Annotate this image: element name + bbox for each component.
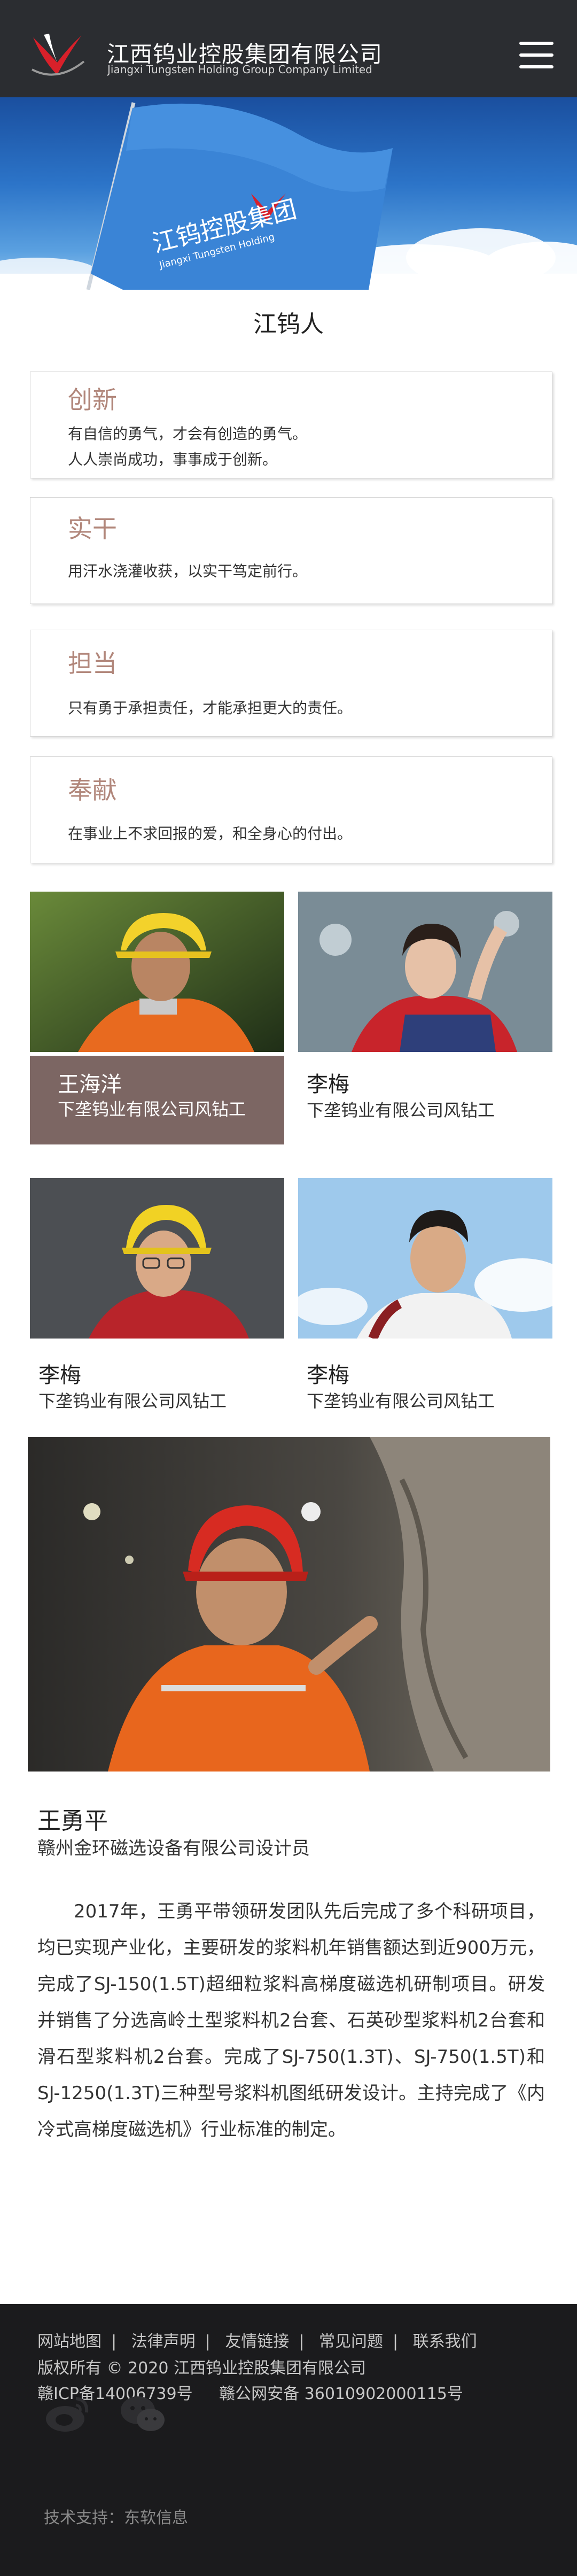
company-name-en: Jiangxi Tungsten Holding Group Company L… — [107, 63, 372, 76]
value-line: 用汗水浇灌收获，以实干笃定前行。 — [68, 562, 308, 580]
tech-support[interactable]: 技术支持：东软信息 — [44, 2504, 188, 2528]
value-line: 在事业上不求回报的爱，和全身心的付出。 — [68, 825, 353, 842]
footer-link-faq[interactable]: 常见问题 — [319, 2332, 383, 2351]
feature-name: 王勇平 — [37, 1807, 108, 1835]
person-name: 李梅 — [307, 1363, 349, 1388]
footer-copyright: 版权所有 © 2020 江西钨业控股集团有限公司 — [37, 2359, 366, 2378]
feature-article: 2017年，王勇平带领研发团队先后完成了多个科研项目，均已实现产业化，主要研发的… — [37, 1901, 545, 2140]
value-title: 奉献 — [68, 776, 117, 804]
flag-illustration: 江钨控股集团 Jiangxi Tungsten Holding — [0, 102, 577, 290]
person-role: 下垄钨业有限公司风钻工 — [38, 1391, 227, 1411]
person-photo-4[interactable] — [298, 1178, 552, 1339]
person-role: 下垄钨业有限公司风钻工 — [307, 1391, 495, 1411]
police-number[interactable]: 赣公网安备 36010902000115号 — [219, 2385, 463, 2403]
footer-link-legal[interactable]: 法律声明 — [131, 2332, 196, 2351]
person-photo-1[interactable] — [30, 892, 284, 1052]
value-title: 实干 — [68, 514, 117, 543]
value-line: 只有勇于承担责任，才能承担更大的责任。 — [68, 699, 353, 717]
footer-link-contact[interactable]: 联系我们 — [413, 2332, 477, 2351]
value-card-responsibility: 担当 只有勇于承担责任，才能承担更大的责任。 — [30, 630, 552, 737]
feature-role: 赣州金环磁选设备有限公司设计员 — [37, 1838, 310, 1859]
value-card-innovation: 创新 有自信的勇气，才会有创造的勇气。 人人崇尚成功，事事成于创新。 — [30, 372, 552, 478]
page-title: 江钨人 — [253, 311, 324, 338]
person-role: 下垄钨业有限公司风钻工 — [307, 1100, 495, 1120]
feature-photo[interactable] — [28, 1437, 550, 1772]
site-footer: 网站地图 | 法律声明 | 友情链接 | 常见问题 | 联系我们 版权所有 © 2020… — [0, 2304, 577, 2576]
footer-link-friends[interactable]: 友情链接 — [225, 2332, 289, 2351]
footer-link-sitemap[interactable]: 网站地图 — [37, 2332, 102, 2351]
jw-logo-icon[interactable] — [28, 29, 87, 83]
person-name: 李梅 — [38, 1363, 81, 1388]
site-header: 江西钨业控股集团有限公司 Jiangxi Tungsten Holding Gr… — [0, 0, 577, 97]
weibo-icon[interactable] — [44, 2392, 92, 2435]
person-photo-3[interactable] — [30, 1178, 284, 1339]
value-card-hardwork: 实干 用汗水浇灌收获，以实干笃定前行。 — [30, 497, 552, 604]
hamburger-menu-icon[interactable] — [519, 42, 553, 68]
person-name: 王海洋 — [58, 1072, 122, 1097]
footer-links: 网站地图 | 法律声明 | 友情链接 | 常见问题 | 联系我们 — [37, 2332, 477, 2351]
value-line: 有自信的勇气，才会有创造的勇气。 — [68, 425, 308, 443]
value-line: 人人崇尚成功，事事成于创新。 — [68, 451, 278, 468]
value-card-dedication: 奉献 在事业上不求回报的爱，和全身心的付出。 — [30, 756, 552, 863]
person-name: 李梅 — [307, 1072, 349, 1097]
wechat-icon[interactable] — [119, 2392, 167, 2435]
person-role: 下垄钨业有限公司风钻工 — [58, 1099, 246, 1119]
hero-banner: 江钨控股集团 Jiangxi Tungsten Holding — [0, 97, 577, 290]
footer-icp: 赣ICP备14006739号 赣公网安备 36010902000115号 — [37, 2380, 463, 2404]
person-photo-2[interactable] — [298, 892, 552, 1052]
value-title: 担当 — [68, 649, 117, 678]
value-title: 创新 — [68, 385, 117, 414]
